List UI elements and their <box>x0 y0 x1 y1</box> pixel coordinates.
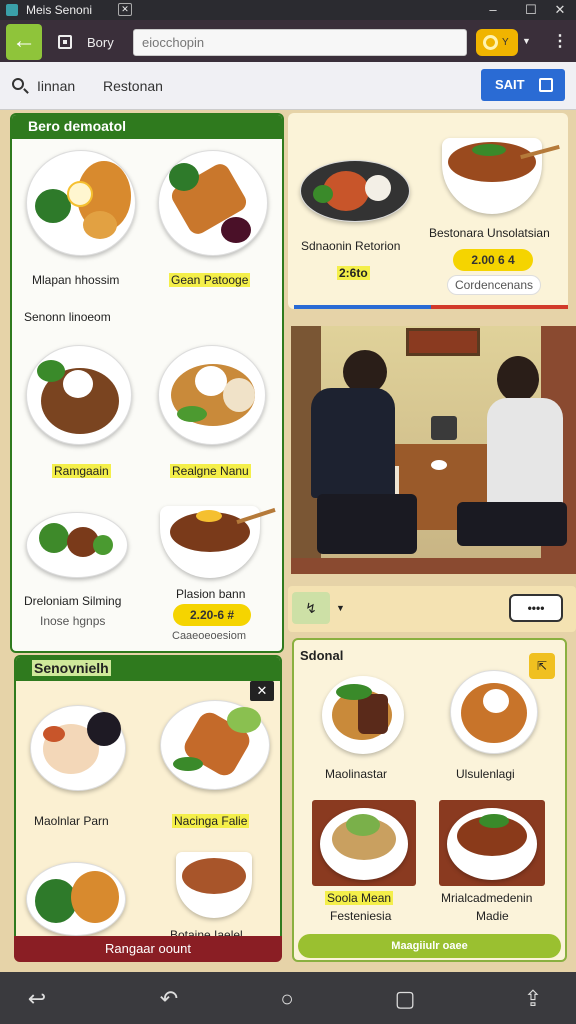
dish-name[interactable]: Mrialcadmedenin <box>441 891 532 905</box>
back-button[interactable]: ← <box>6 24 42 60</box>
dish-subtitle: Festeniesia <box>330 909 392 923</box>
search-icon[interactable] <box>12 78 24 90</box>
price-badge: 2.00 6 4 <box>453 249 533 271</box>
pin-icon[interactable]: ✕ <box>118 3 132 16</box>
home-icon[interactable] <box>58 35 72 49</box>
dish-image[interactable] <box>158 150 268 256</box>
dish-image[interactable] <box>30 705 126 791</box>
panel-header: Bero demoatol <box>12 115 282 139</box>
dish-image[interactable] <box>312 800 416 886</box>
save-button[interactable]: SAIT <box>481 69 565 101</box>
more-button[interactable]: •••• <box>509 594 563 622</box>
price-badge: 2:6to <box>337 266 370 280</box>
app-icon <box>6 4 18 16</box>
more-link[interactable]: Caaeoeoesiom <box>172 630 246 642</box>
share-icon[interactable]: ⇪ <box>518 986 548 1012</box>
dish-name[interactable]: Plasion bann <box>176 587 245 601</box>
extension-label: Y <box>502 37 509 48</box>
dish-subtitle: Madie <box>476 909 509 923</box>
close-icon[interactable]: ✕ <box>250 681 274 701</box>
url-input[interactable] <box>133 29 467 56</box>
recent-apps-icon[interactable]: ▢ <box>390 986 420 1012</box>
section-label: Senonn linoeom <box>24 310 111 324</box>
dish-name[interactable]: Sdnaonin Retorion <box>301 239 400 253</box>
save-label: SAIT <box>495 77 525 92</box>
dish-image[interactable] <box>450 670 538 754</box>
dish-image[interactable] <box>158 345 266 445</box>
dish-name[interactable]: Maolnlar Parn <box>34 814 109 828</box>
dish-image[interactable] <box>26 150 136 256</box>
title-bar: Meis Senoni ✕ – ☐ ✕ <box>0 0 576 20</box>
dish-image[interactable] <box>26 345 132 445</box>
panel-header: Senovnielh <box>16 657 280 681</box>
order-button[interactable]: Cordencenans <box>447 275 541 295</box>
footer-button[interactable]: Rangaar oount <box>14 936 282 962</box>
extension-button[interactable]: Y <box>476 29 518 56</box>
record-icon <box>483 35 498 50</box>
dish-image[interactable] <box>26 862 126 936</box>
dish-name[interactable]: Ramgaain <box>52 464 111 478</box>
dish-name[interactable]: Realgne Nanu <box>170 464 251 478</box>
dish-name[interactable]: Gean Patooge <box>169 273 251 287</box>
close-icon[interactable]: ✕ <box>551 1 569 19</box>
kebab-menu-icon[interactable]: ⋮ <box>552 31 568 51</box>
chevron-down-icon[interactable]: ▼ <box>522 36 531 46</box>
price-badge: 2.20-6 # <box>173 604 251 626</box>
tab-restonan[interactable]: Restonan <box>103 78 163 94</box>
dish-name[interactable]: Maolinastar <box>325 767 387 781</box>
dish-image[interactable] <box>160 700 270 790</box>
window-title: Meis Senoni <box>26 3 93 17</box>
dish-name[interactable]: Soola Mean <box>325 891 394 905</box>
home-circle-icon[interactable]: ○ <box>272 986 302 1012</box>
dish-name[interactable]: Nacinga Falie <box>172 814 250 828</box>
dish-image[interactable] <box>322 676 404 754</box>
tab-iinnan[interactable]: Iinnan <box>37 78 75 94</box>
dish-name[interactable]: Ulsulenlagi <box>456 767 515 781</box>
footer-button[interactable]: Maagiiulr oaee <box>298 934 561 958</box>
dish-name[interactable]: Dreloniam Silming <box>24 594 121 608</box>
expand-icon[interactable]: ⇱ <box>529 653 555 679</box>
story-label[interactable]: Bory <box>87 35 114 50</box>
dish-name[interactable]: Mlapan hhossim <box>32 273 119 287</box>
dish-image[interactable] <box>439 800 545 886</box>
maximize-icon[interactable]: ☐ <box>522 1 540 19</box>
dish-image[interactable] <box>26 512 128 578</box>
restaurant-photo <box>291 326 576 574</box>
divider <box>294 305 568 309</box>
undo-icon[interactable]: ↶ <box>154 986 184 1012</box>
dish-subtitle: Inose hgnps <box>40 614 106 628</box>
back-icon[interactable]: ↩ <box>22 986 52 1012</box>
filter-button[interactable]: ↯ <box>292 592 330 624</box>
chevron-down-icon[interactable]: ▼ <box>336 603 345 613</box>
dish-name[interactable]: Bestonara Unsolatsian <box>429 226 550 240</box>
panel-header: Sdonal <box>300 648 344 663</box>
dish-image[interactable] <box>300 160 410 222</box>
minimize-icon[interactable]: – <box>484 1 502 19</box>
export-icon <box>539 78 553 92</box>
